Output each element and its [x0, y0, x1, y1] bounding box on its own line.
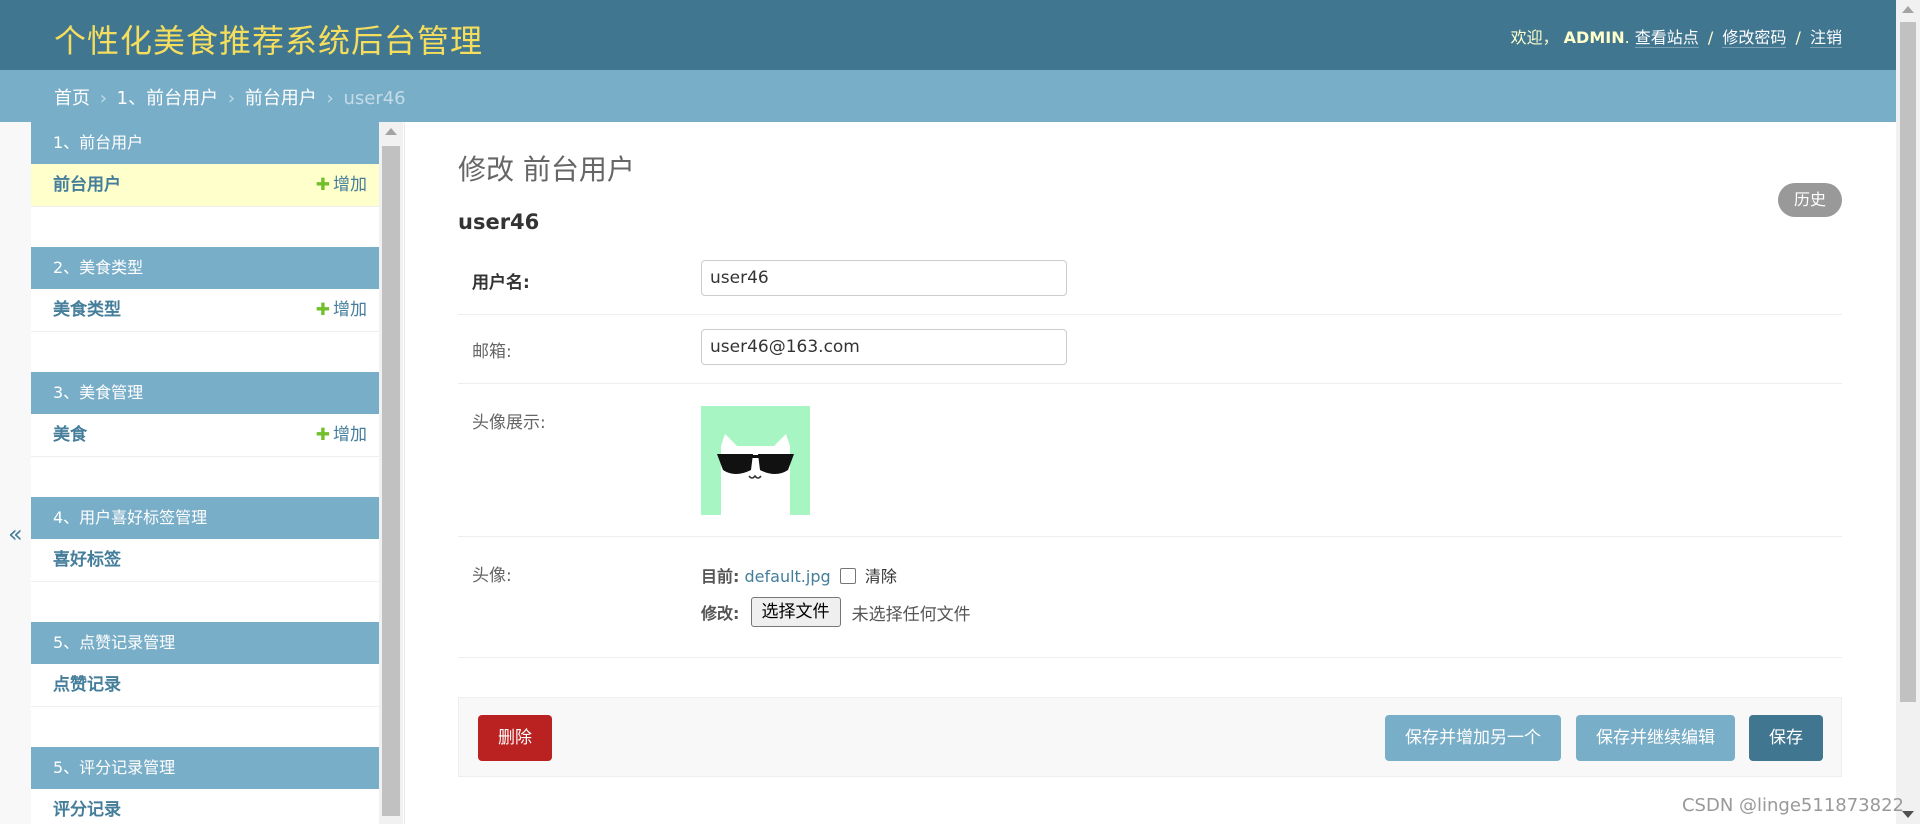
breadcrumb-model[interactable]: 前台用户 [245, 88, 317, 109]
add-label: 增加 [333, 300, 367, 320]
sidebar-item-label[interactable]: 美食 [53, 425, 87, 445]
submit-row: 删除 保存并增加另一个 保存并继续编辑 保存 [458, 697, 1842, 777]
username-input[interactable] [701, 260, 1067, 296]
sidebar-item-preference-tag[interactable]: 喜好标签 [31, 539, 379, 582]
plus-icon: ✚ [315, 175, 330, 195]
change-form: 用户名: 邮箱: 头像展示: 头像: 目前: defau [458, 246, 1842, 658]
save-and-continue-button[interactable]: 保存并继续编辑 [1576, 715, 1735, 761]
current-file-link[interactable]: default.jpg [745, 567, 831, 586]
sidebar-item-food[interactable]: 美食 ✚ 增加 [31, 414, 379, 457]
sidebar-item-food-type[interactable]: 美食类型 ✚ 增加 [31, 289, 379, 332]
logout-link[interactable]: 注销 [1809, 28, 1842, 48]
email-label: 邮箱: [472, 342, 512, 362]
save-button[interactable]: 保存 [1749, 715, 1823, 761]
avatar-label: 头像: [472, 566, 512, 586]
save-and-add-another-button[interactable]: 保存并增加另一个 [1385, 715, 1561, 761]
sidebar-item-label[interactable]: 点赞记录 [53, 675, 121, 695]
current-label: 目前: [701, 567, 740, 586]
add-link[interactable]: ✚ 增加 [316, 289, 367, 331]
sidebar-item-label[interactable]: 喜好标签 [53, 550, 121, 570]
sidebar-item-like-record[interactable]: 点赞记录 [31, 664, 379, 707]
sidebar-module: 5、评分记录管理 评分记录 [31, 747, 379, 824]
avatar-display-label: 头像展示: [472, 413, 546, 433]
page-scrollbar[interactable] [1896, 0, 1920, 824]
collapse-chevron-icon: « [8, 520, 23, 548]
sidebar-item-label[interactable]: 前台用户 [53, 175, 121, 195]
page-title: 修改 前台用户 [458, 153, 635, 186]
sidebar-module: 2、美食类型 美食类型 ✚ 增加 [31, 247, 379, 332]
breadcrumb-current: user46 [343, 88, 406, 109]
change-file-line: 修改: 选择文件 未选择任何文件 [701, 597, 971, 627]
view-site-link[interactable]: 查看站点 [1634, 28, 1699, 48]
breadcrumb-app[interactable]: 1、前台用户 [117, 88, 218, 109]
clear-checkbox[interactable] [839, 568, 856, 584]
header-bar: 个性化美食推荐系统后台管理 欢迎， ADMIN. 查看站点 / 修改密码 / 注… [0, 0, 1896, 70]
breadcrumb-home[interactable]: 首页 [54, 88, 90, 109]
module-caption[interactable]: 3、美食管理 [31, 372, 379, 414]
scroll-up-arrow-icon[interactable] [1902, 6, 1914, 13]
avatar-image [701, 406, 810, 515]
breadcrumb: 首页 › 1、前台用户 › 前台用户 › user46 [0, 70, 1896, 122]
sidebar-item-frontend-user[interactable]: 前台用户 ✚ 增加 [31, 164, 379, 207]
sidebar-item-rating-record[interactable]: 评分记录 [31, 789, 379, 824]
cat-sunglasses-icon [717, 434, 794, 515]
form-row-avatar: 头像: 目前: default.jpg 清除 修改: 选择文件 未选择任何文件 [458, 537, 1842, 658]
sidebar-module: 5、点赞记录管理 点赞记录 [31, 622, 379, 707]
separator: / [1707, 28, 1714, 47]
form-row-username: 用户名: [458, 246, 1842, 315]
watermark-text: CSDN @linge511873822 [1681, 795, 1904, 816]
username-period: . [1624, 28, 1630, 47]
nav-sidebar: 1、前台用户 前台用户 ✚ 增加 2、美食类型 美食类型 ✚ 增加 3、美食管理 美… [31, 122, 379, 824]
delete-button[interactable]: 删除 [478, 715, 552, 761]
clear-label[interactable]: 清除 [865, 567, 897, 586]
sidebar-item-label[interactable]: 评分记录 [53, 800, 121, 820]
email-input[interactable] [701, 329, 1067, 365]
breadcrumb-separator: › [326, 88, 334, 109]
sidebar-item-label[interactable]: 美食类型 [53, 300, 121, 320]
module-caption[interactable]: 1、前台用户 [31, 122, 379, 164]
breadcrumb-separator: › [99, 88, 107, 109]
toggle-nav-sidebar-button[interactable]: « [0, 122, 32, 824]
scrollbar-thumb[interactable] [1900, 22, 1916, 702]
sidebar-module: 1、前台用户 前台用户 ✚ 增加 [31, 122, 379, 207]
module-caption[interactable]: 4、用户喜好标签管理 [31, 497, 379, 539]
sidebar-scrollbar[interactable] [379, 122, 403, 824]
add-link[interactable]: ✚ 增加 [316, 414, 367, 456]
breadcrumb-separator: › [227, 88, 236, 109]
scroll-up-arrow-icon[interactable] [385, 128, 397, 135]
choose-file-button[interactable]: 选择文件 [750, 597, 841, 627]
module-caption[interactable]: 5、点赞记录管理 [31, 622, 379, 664]
username: ADMIN [1563, 28, 1625, 47]
welcome-text: 欢迎， [1510, 28, 1559, 47]
module-caption[interactable]: 2、美食类型 [31, 247, 379, 289]
sidebar-module: 4、用户喜好标签管理 喜好标签 [31, 497, 379, 582]
module-caption[interactable]: 5、评分记录管理 [31, 747, 379, 789]
add-link[interactable]: ✚ 增加 [316, 164, 367, 206]
change-label: 修改: [701, 604, 740, 623]
no-file-chosen-text: 未选择任何文件 [851, 604, 971, 625]
current-file-line: 目前: default.jpg 清除 [701, 563, 897, 587]
plus-icon: ✚ [315, 425, 330, 445]
main-content: 修改 前台用户 历史 user46 用户名: 邮箱: 头像展示: [404, 122, 1897, 824]
history-button[interactable]: 历史 [1777, 183, 1842, 217]
add-label: 增加 [333, 175, 367, 195]
form-row-avatar-display: 头像展示: [458, 384, 1842, 537]
object-name: user46 [458, 210, 540, 234]
scrollbar-thumb[interactable] [382, 146, 400, 816]
username-label: 用户名: [472, 273, 530, 293]
change-password-link[interactable]: 修改密码 [1722, 28, 1787, 48]
add-label: 增加 [333, 425, 367, 445]
plus-icon: ✚ [315, 300, 330, 320]
site-title[interactable]: 个性化美食推荐系统后台管理 [54, 16, 483, 62]
user-tools: 欢迎， ADMIN. 查看站点 / 修改密码 / 注销 [1511, 24, 1842, 48]
form-row-email: 邮箱: [458, 315, 1842, 384]
separator: / [1795, 28, 1801, 47]
sidebar-module: 3、美食管理 美食 ✚ 增加 [31, 372, 379, 457]
